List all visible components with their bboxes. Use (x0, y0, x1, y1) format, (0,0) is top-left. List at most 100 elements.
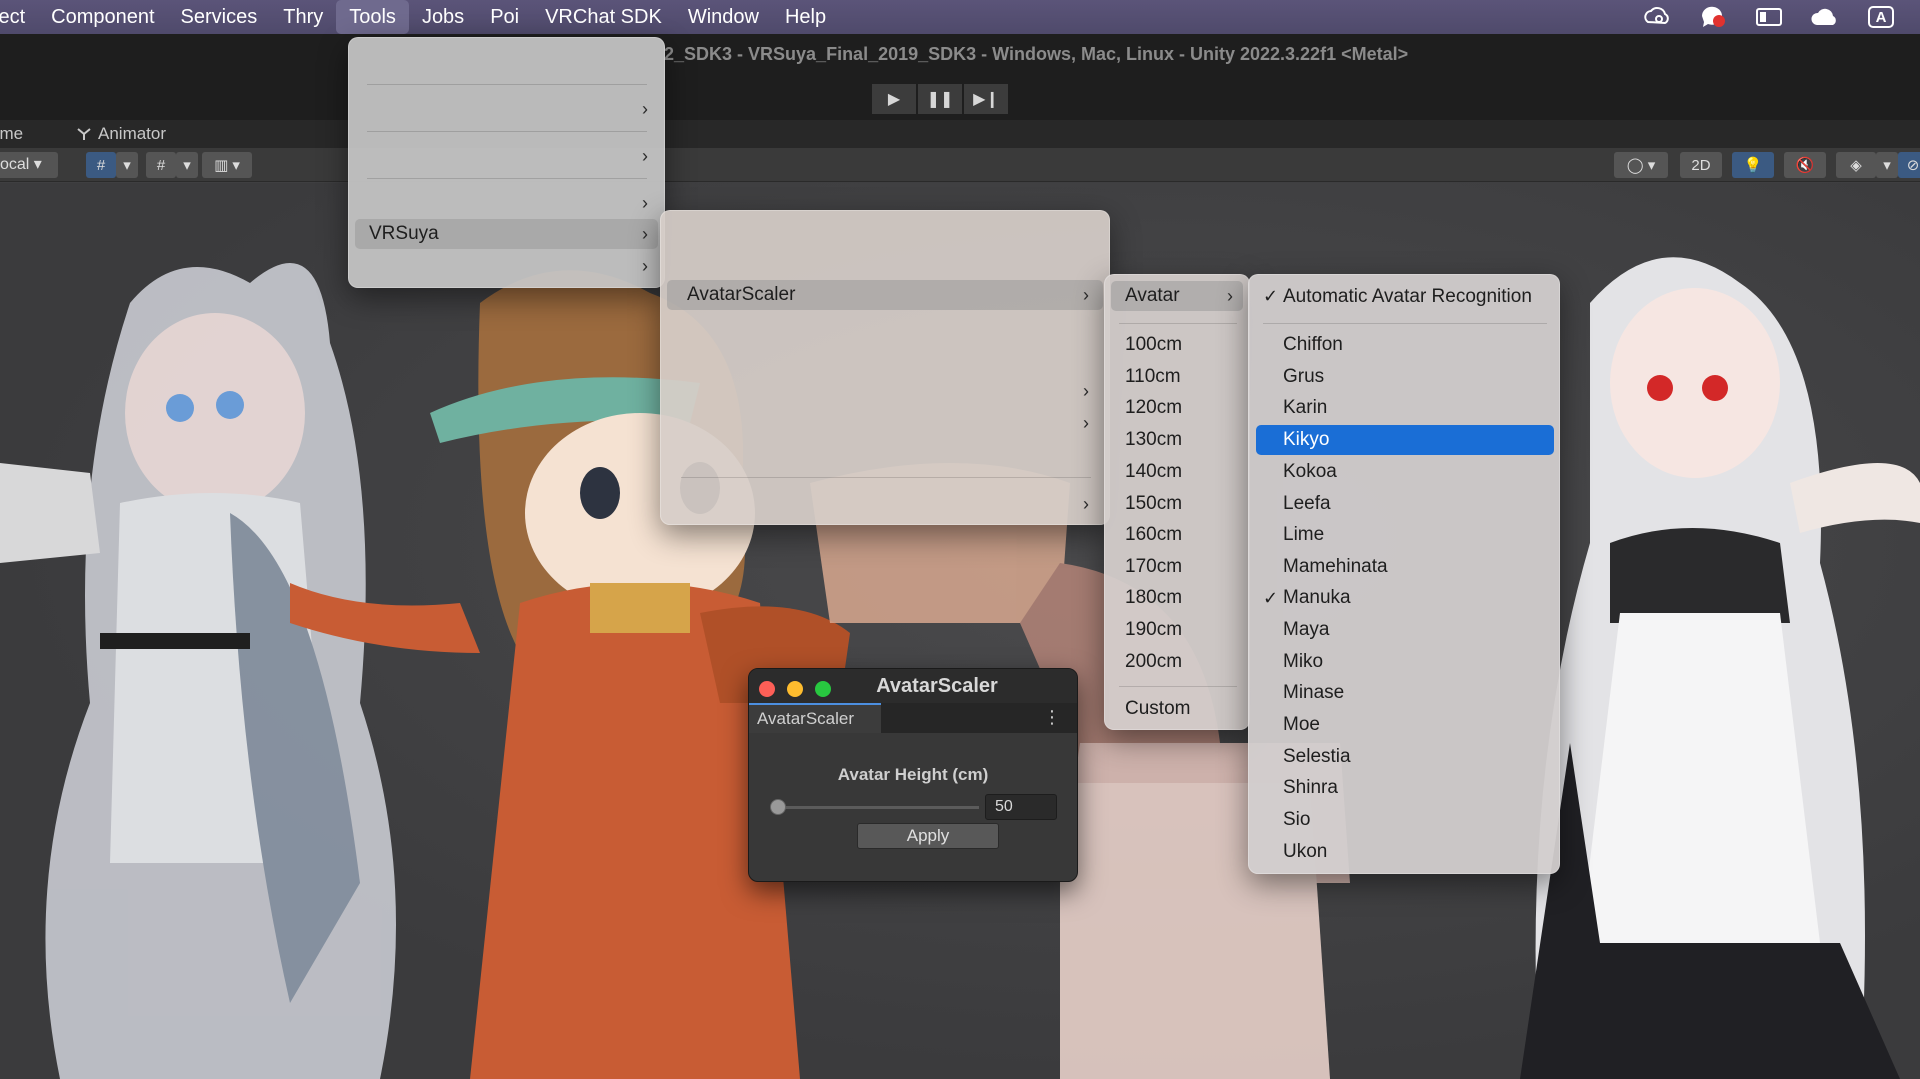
pivot-space-dropdown[interactable]: ocal ▾ (0, 152, 58, 178)
menu-separator (1263, 323, 1547, 324)
tools-submenu-1[interactable]: › (353, 94, 660, 124)
tools-submenu-2[interactable]: › (353, 141, 660, 171)
menu-poi[interactable]: Poi (477, 0, 532, 34)
tools-submenu-5[interactable]: › (353, 251, 660, 281)
menu-component[interactable]: Component (38, 0, 167, 34)
menu-item-height[interactable]: 130cm (1125, 425, 1182, 455)
menu-item-avatar[interactable]: Avatar › (1111, 281, 1243, 311)
menu-item-height[interactable]: 190cm (1125, 615, 1182, 645)
scene-toolbar: ocal ▾ # ▾ # ▾ ▥ ▾ ◯ ▾ 2D 💡 🔇 ◈ ▾ ⊘ (0, 148, 1920, 182)
chevron-right-icon: › (642, 224, 648, 244)
tab-animator[interactable]: Animator (76, 124, 166, 144)
tab-game[interactable]: ame (0, 124, 23, 144)
grid-visibility-icon[interactable]: ▥ ▾ (202, 152, 252, 178)
menu-item-avatar-name[interactable]: Kokoa (1283, 457, 1337, 487)
visibility-toggle-icon[interactable]: ⊘ (1898, 152, 1920, 178)
menu-item-height[interactable]: 110cm (1125, 362, 1181, 392)
more-options-icon[interactable]: ⋮ (1043, 707, 1061, 728)
close-icon[interactable] (759, 681, 775, 697)
avatar-height-slider[interactable] (777, 806, 979, 809)
menu-separator (367, 131, 647, 132)
menu-vrchat-sdk[interactable]: VRChat SDK (532, 0, 675, 34)
apply-button[interactable]: Apply (857, 823, 999, 849)
menu-item-height[interactable]: 120cm (1125, 393, 1182, 423)
menu-separator (367, 178, 647, 179)
slider-handle[interactable] (770, 799, 786, 815)
input-source-icon[interactable]: A (1866, 4, 1896, 30)
menu-item-custom[interactable]: Custom (1125, 694, 1190, 724)
menu-thry[interactable]: Thry (270, 0, 336, 34)
menu-item-avatar-name[interactable]: Miko (1283, 647, 1323, 677)
menu-item-avatar-name[interactable]: Selestia (1283, 742, 1351, 772)
menu-item-avatar-name[interactable]: Grus (1283, 362, 1324, 392)
zoom-icon[interactable] (815, 681, 831, 697)
menu-item-avatar-label: Avatar (1125, 285, 1180, 306)
menu-item-height[interactable]: 180cm (1125, 583, 1182, 613)
menu-project[interactable]: ject (0, 0, 38, 34)
menu-item-avatar-name[interactable]: Sio (1283, 805, 1310, 835)
chevron-right-icon: › (1083, 413, 1089, 433)
chevron-right-icon: › (1083, 285, 1089, 305)
input-source-label: A (1875, 8, 1887, 26)
tab-animator-label: Animator (98, 124, 167, 143)
step-button[interactable]: ▶❙ (964, 84, 1008, 114)
window-tab-bar: AvatarScaler ⋮ (749, 703, 1077, 733)
menu-item-avatarscaler[interactable]: AvatarScaler › (667, 280, 1103, 310)
draw-mode-dropdown[interactable]: ◯ ▾ (1614, 152, 1668, 178)
avatar-height-label: Avatar Height (cm) (837, 765, 989, 784)
increment-snap-dropdown[interactable]: ▾ (176, 152, 198, 178)
menu-item-avatar-name[interactable]: Mamehinata (1283, 552, 1388, 582)
menu-item-height[interactable]: 150cm (1125, 489, 1182, 519)
menu-item-avatar-name[interactable]: Minase (1283, 678, 1344, 708)
2d-toggle[interactable]: 2D (1680, 152, 1722, 178)
menu-item-avatar-name[interactable]: Ukon (1283, 837, 1327, 867)
menu-item-avatar-name[interactable]: Chiffon (1283, 330, 1343, 360)
grid-snap-icon[interactable]: # (86, 152, 116, 178)
menu-item-height[interactable]: 160cm (1125, 520, 1182, 550)
menu-item-height[interactable]: 100cm (1125, 330, 1182, 360)
menu-window[interactable]: Window (675, 0, 772, 34)
audio-toggle-icon[interactable]: 🔇 (1784, 152, 1826, 178)
display-icon[interactable] (1754, 4, 1784, 30)
effects-dropdown[interactable]: ▾ (1876, 152, 1898, 178)
play-button[interactable]: ▶ (872, 84, 916, 114)
menu-tools[interactable]: Tools (336, 0, 409, 34)
creative-cloud-icon[interactable] (1642, 4, 1672, 30)
notification-icon[interactable] (1698, 4, 1728, 30)
increment-snap-icon[interactable]: # (146, 152, 176, 178)
menu-item-avatar-name[interactable]: Karin (1283, 393, 1327, 423)
menu-item-avatar-name[interactable]: Maya (1283, 615, 1329, 645)
vrsuya-submenu-2[interactable]: › (667, 376, 1103, 406)
menu-item-avatar-name[interactable]: Moe (1283, 710, 1320, 740)
checkmark-icon: ✓ (1263, 286, 1279, 306)
vrsuya-submenu-3[interactable]: › (667, 408, 1103, 438)
menu-item-vrsuya[interactable]: VRSuya › (355, 219, 658, 249)
avatar-height-field[interactable]: 50 (985, 794, 1057, 820)
menu-item-avatar-name[interactable]: Kikyo (1256, 425, 1554, 455)
menu-extras: A (1642, 0, 1920, 34)
tools-submenu-3[interactable]: › (353, 188, 660, 218)
menu-jobs[interactable]: Jobs (409, 0, 477, 34)
vrsuya-submenu-4[interactable]: › (667, 489, 1103, 519)
menu-separator (681, 477, 1091, 478)
grid-snap-dropdown[interactable]: ▾ (116, 152, 138, 178)
menu-item-avatar-name[interactable]: Shinra (1283, 773, 1338, 803)
menu-item-auto-recognition[interactable]: Automatic Avatar Recognition (1283, 282, 1532, 312)
menu-item-avatar-name[interactable]: Manuka (1283, 583, 1351, 613)
effects-toggle-icon[interactable]: ◈ (1836, 152, 1876, 178)
tab-avatarscaler[interactable]: AvatarScaler (749, 703, 881, 733)
lighting-toggle-icon[interactable]: 💡 (1732, 152, 1774, 178)
menu-item-avatar-name[interactable]: Leefa (1283, 489, 1331, 519)
chevron-right-icon: › (642, 256, 648, 276)
menu-item-height[interactable]: 170cm (1125, 552, 1182, 582)
pivot-space-label: ocal (0, 156, 30, 173)
cloud-icon[interactable] (1810, 4, 1840, 30)
menu-help[interactable]: Help (772, 0, 839, 34)
menu-item-height[interactable]: 140cm (1125, 457, 1182, 487)
pause-button[interactable]: ❚❚ (918, 84, 962, 114)
menu-services[interactable]: Services (168, 0, 271, 34)
minimize-icon[interactable] (787, 681, 803, 697)
play-icon: ▶ (887, 91, 901, 108)
menu-item-height[interactable]: 200cm (1125, 647, 1182, 677)
menu-item-avatar-name[interactable]: Lime (1283, 520, 1324, 550)
